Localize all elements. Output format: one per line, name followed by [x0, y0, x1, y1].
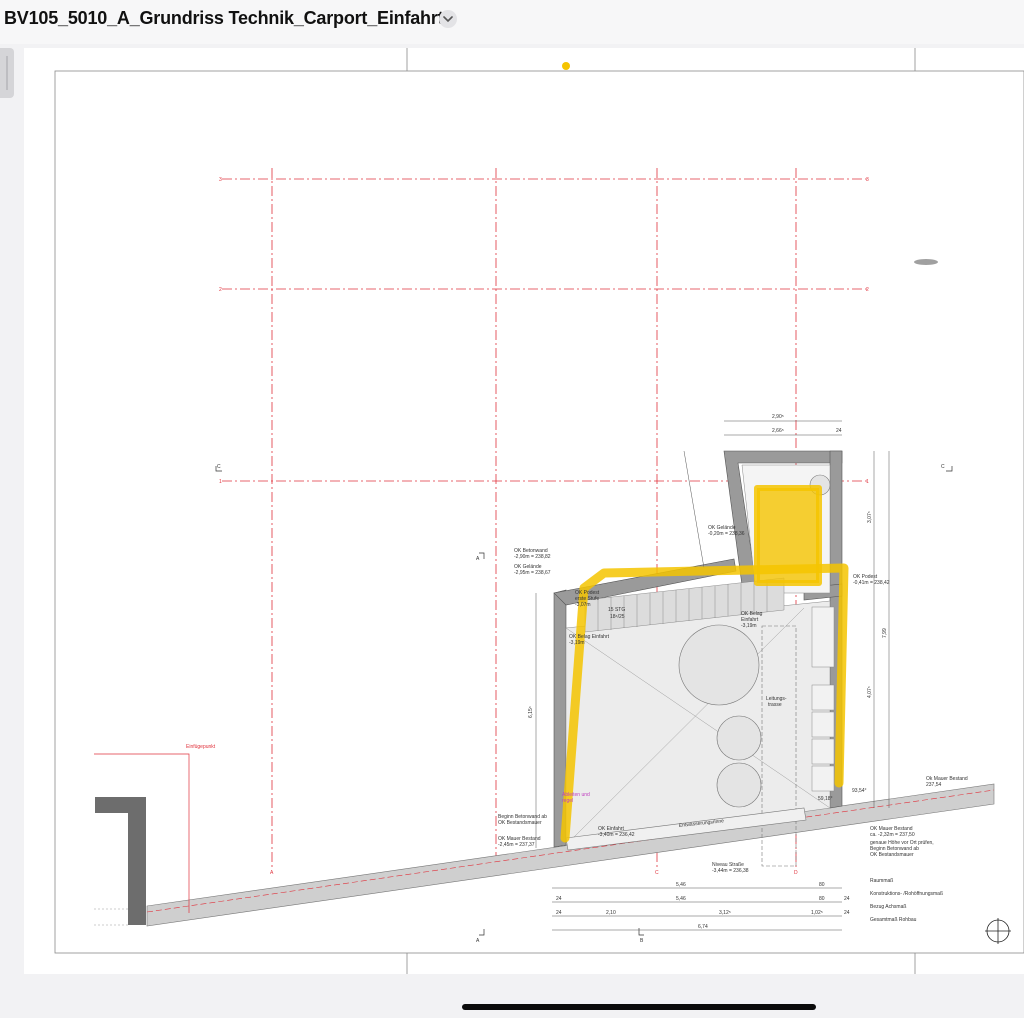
label-ok-mauer-bestand2-a: ca. -2,32m = 237,50 [870, 832, 915, 838]
north-arrow-icon [985, 918, 1011, 944]
legend-konstruktion: Konstruktions- /Rohöffnungsmaß [870, 891, 943, 897]
legend-bezug: Bezug Achsmaß [870, 904, 906, 910]
drawing-sheet[interactable]: 3 3 2 2 1 1 A B C D C C A A B Ein [24, 48, 1024, 974]
dim-r2-b: 5,46 [676, 896, 686, 902]
label-stairs: 15 STG [608, 607, 625, 613]
dim-right-lower: 4,07⁵ [867, 686, 873, 698]
dim-r1-b: 80 [819, 882, 825, 888]
section-a-bottom: A [476, 938, 480, 944]
dim-r2-a: 24 [556, 896, 562, 902]
left-wall-existing [94, 797, 146, 926]
dim-r3-e: 24 [844, 910, 850, 916]
grid-row-2: 2 [219, 287, 222, 293]
grid-row-2-right: 2 [866, 287, 869, 293]
label-ok-gelaende-mid-val: -0,20m = 238,36 [708, 531, 745, 537]
sidebar-handle-icon[interactable] [0, 48, 14, 98]
label-stairs-sub: 18⁶/25 [610, 614, 625, 620]
shelving-units [811, 606, 835, 792]
dim-top-1: 2,90⁵ [772, 414, 784, 420]
title-bar: BV105_5010_A_Grundriss Technik_Carport_E… [0, 0, 1024, 44]
dim-r3-d: 1,02⁵ [811, 910, 823, 916]
dim-r2-d: 24 [844, 896, 850, 902]
dim-right-upper: 3,07⁵ [867, 511, 873, 523]
dim-right-total: 7,99 [882, 628, 888, 638]
dim-left: 6,15⁵ [528, 706, 534, 718]
label-ok-mauer-right-val: 237,54 [926, 782, 942, 788]
dim-r3-a: 24 [556, 910, 562, 916]
grid-row-1-right: 1 [866, 479, 869, 485]
label-ok-betonwand-val: -2,90m = 238,82 [514, 554, 551, 560]
floor-plan-drawing: 3 3 2 2 1 1 A B C D C C A A B Ein [54, 48, 1024, 974]
label-ok-belag-left-val: -3,19m [569, 640, 585, 646]
label-angle-mid: 93,54° [852, 788, 867, 794]
label-ok-mauer-bestand2-d: OK Bestandsmauer [870, 852, 914, 858]
document-title[interactable]: BV105_5010_A_Grundriss Technik_Carport_E… [4, 8, 444, 29]
label-ok-podest-val: -3,07m [575, 602, 591, 608]
label-ok-podest-right-val: -0,41m = 238,42 [853, 580, 890, 586]
legend-gesamt: Gesamtmaß Rohbau [870, 917, 917, 923]
legend-raummass: Raummaß [870, 878, 893, 884]
label-leitungstrasse-2: trasse [768, 702, 782, 708]
label-ok-gelaende-left-val: -2,95m = 238,67 [514, 570, 551, 576]
grid-col-d: D [794, 870, 798, 876]
label-beginn-betonwand-2: OK Bestandsmauer [498, 820, 542, 826]
dim-top-3: 24 [836, 428, 842, 434]
dim-r2-c: 80 [819, 896, 825, 902]
grid-col-c: C [655, 870, 659, 876]
dim-top-2: 2,66⁵ [772, 428, 784, 434]
grid-col-a: A [270, 870, 274, 876]
section-c-left: C [217, 464, 221, 470]
home-indicator[interactable] [462, 1004, 816, 1010]
dim-r3-b: 2,10 [606, 910, 616, 916]
dim-r4: 6,74 [698, 924, 708, 930]
section-a-top: A [476, 556, 480, 562]
smudge-mark [914, 259, 938, 265]
label-niveau-strasse-val: -3,44m = 236,38 [712, 868, 749, 874]
label-ok-mauer-left-val: -2,45m = 237,37 [498, 842, 535, 848]
section-b-bottom: B [640, 938, 644, 944]
section-c-right: C [941, 464, 945, 470]
chevron-down-icon[interactable] [439, 10, 457, 28]
label-abfluss-2: regel [562, 798, 573, 804]
label-ok-belag-mid-val: -3,19m [741, 623, 757, 629]
insertion-point-label: Einfügepunkt [186, 744, 216, 750]
dim-r3-c: 3,12⁵ [719, 910, 731, 916]
label-ok-einfahrt-val: -3,40m = 236,42 [598, 832, 635, 838]
dim-r1-a: 5,46 [676, 882, 686, 888]
label-angle-right: 59,18° [818, 796, 833, 802]
grid-row-3-right: 3 [866, 177, 869, 183]
grid-row-3: 3 [219, 177, 222, 183]
grid-row-1: 1 [219, 479, 222, 485]
